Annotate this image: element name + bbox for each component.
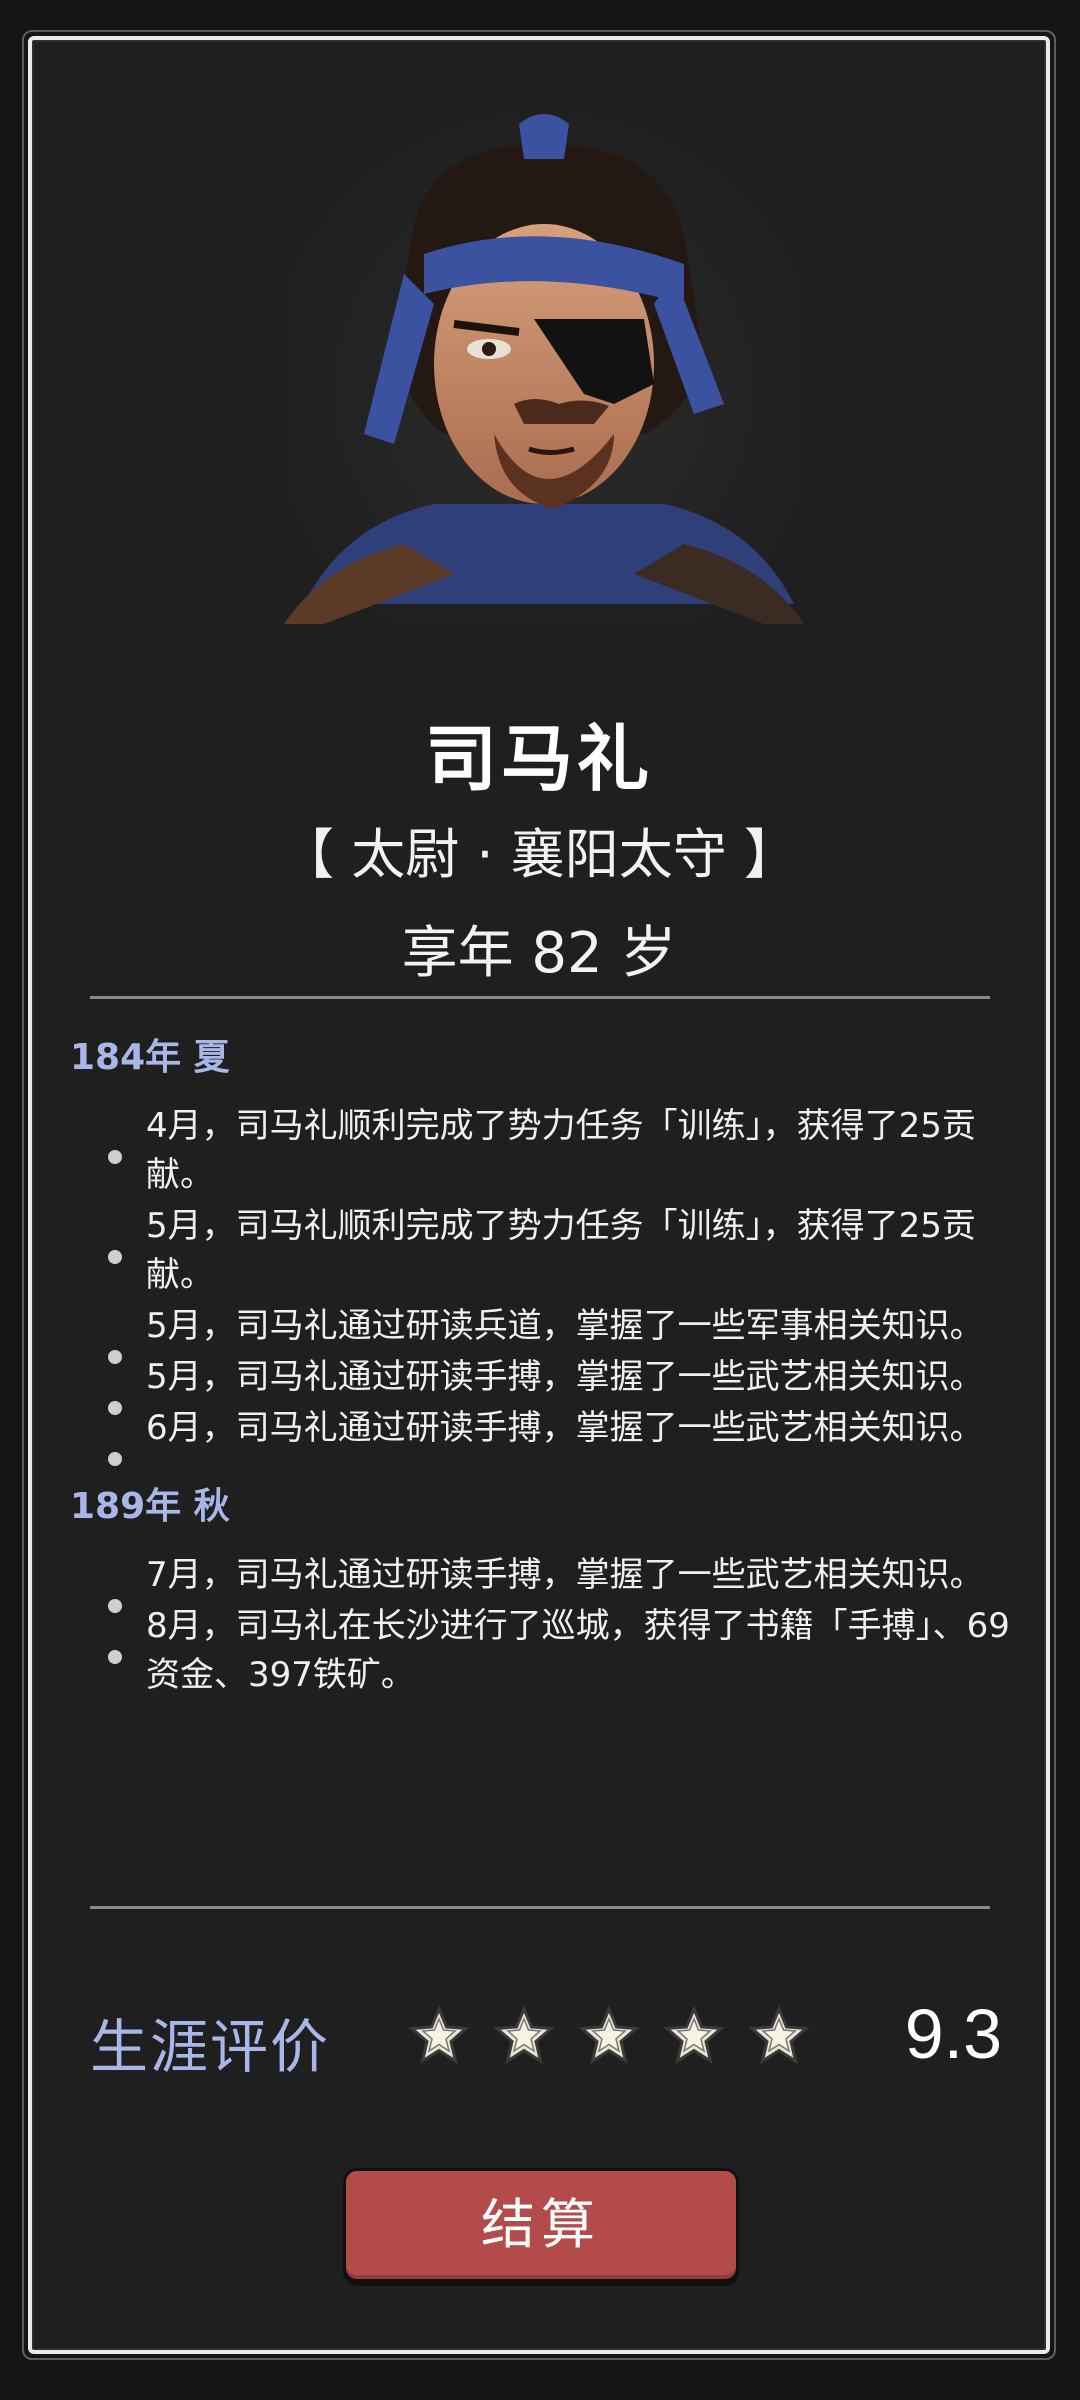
bullet-dot-icon xyxy=(108,1452,122,1466)
list-item: 5月，司马礼通过研读手搏，掌握了一些武艺相关知识。 xyxy=(70,1353,1010,1415)
bullet-dot-icon xyxy=(108,1150,122,1164)
star-icon xyxy=(663,2005,725,2065)
list-item: 5月，司马礼顺利完成了势力任务「训练」，获得了25贡献。 xyxy=(70,1202,1010,1300)
star-icon xyxy=(493,2005,555,2065)
season-header: 189年 秋 xyxy=(70,1486,230,1527)
list-item: 5月，司马礼通过研读兵道，掌握了一些军事相关知识。 xyxy=(70,1302,1010,1364)
bullet-dot-icon xyxy=(108,1650,122,1664)
divider-bottom xyxy=(90,1906,990,1909)
list-item: 6月，司马礼通过研读手搏，掌握了一些武艺相关知识。 xyxy=(70,1404,1010,1466)
list-item: 8月，司马礼在长沙进行了巡城，获得了书籍「手搏」、69资金、397铁矿。 xyxy=(70,1602,1010,1700)
star-icon xyxy=(408,2005,470,2065)
star-icon xyxy=(748,2005,810,2065)
character-portrait xyxy=(284,104,804,624)
character-titles: 【 太尉 · 襄阳太守 】 xyxy=(280,823,798,886)
character-age: 享年 82 岁 xyxy=(401,921,677,986)
log-fade xyxy=(70,1836,1010,1872)
career-score: 9.3 xyxy=(904,1995,1002,2073)
event-log[interactable]: 184年 夏 4月，司马礼顺利完成了势力任务「训练」，获得了25贡献。 5月，司… xyxy=(70,1010,1010,1870)
season-header: 184年 夏 xyxy=(70,1037,230,1078)
list-item: 7月，司马礼通过研读手搏，掌握了一些武艺相关知识。 xyxy=(70,1551,1010,1613)
rating-stars xyxy=(408,2005,833,2075)
settle-button[interactable]: 结算 xyxy=(343,2168,739,2282)
career-rating-label: 生涯评价 xyxy=(90,2013,331,2081)
character-name: 司马礼 xyxy=(424,717,653,801)
bullet-dot-icon xyxy=(108,1250,122,1264)
list-item: 4月，司马礼顺利完成了势力任务「训练」，获得了25贡献。 xyxy=(70,1102,1010,1200)
divider-top xyxy=(90,996,990,999)
star-icon xyxy=(578,2005,640,2065)
